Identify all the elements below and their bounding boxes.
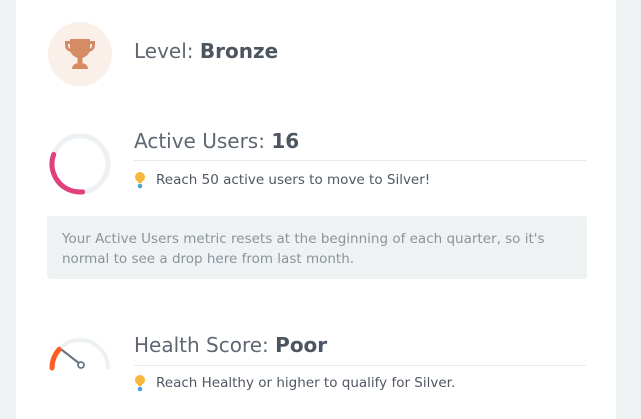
active-users-value: 16 xyxy=(271,129,300,153)
health-score-gauge xyxy=(49,338,110,371)
active-users-label: Active Users: xyxy=(134,129,265,153)
level-value: Bronze xyxy=(199,39,279,63)
trophy-icon xyxy=(65,39,95,69)
info-note: Your Active Users metric resets at the b… xyxy=(47,216,587,279)
trophy-badge xyxy=(48,22,112,86)
divider xyxy=(134,365,586,366)
status-card: Level: Bronze Active Users: 16 Reach 50 … xyxy=(16,0,616,419)
health-score-title: Health Score: Poor xyxy=(134,332,327,358)
gauge-needle xyxy=(60,348,82,366)
gauge-fill xyxy=(49,346,62,371)
info-note-text: Your Active Users metric resets at the b… xyxy=(62,231,545,267)
lightbulb-icon xyxy=(135,375,145,392)
active-users-progress-ring xyxy=(49,133,111,195)
lightbulb-icon xyxy=(135,172,145,189)
divider xyxy=(134,160,586,161)
health-score-hint-text: Reach Healthy or higher to qualify for S… xyxy=(156,375,456,391)
health-score-value: Poor xyxy=(275,333,328,357)
active-users-title: Active Users: 16 xyxy=(134,128,299,154)
health-score-label: Health Score: xyxy=(134,333,269,357)
gauge-pivot xyxy=(77,361,85,369)
level-text: Level: Bronze xyxy=(134,38,278,64)
progress-arc xyxy=(49,133,111,195)
level-label: Level: xyxy=(134,39,194,63)
active-users-hint-text: Reach 50 active users to move to Silver! xyxy=(156,172,431,188)
